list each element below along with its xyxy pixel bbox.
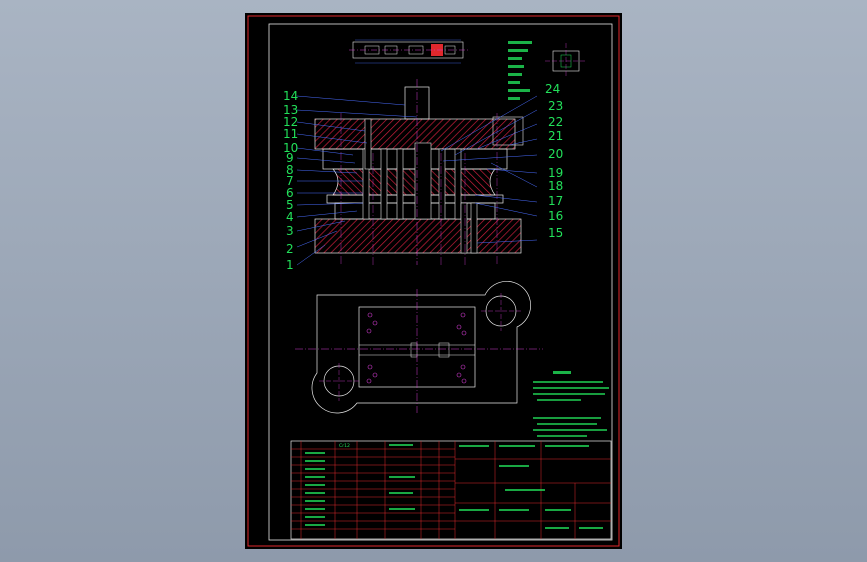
- title-block: Cr12: [290, 440, 612, 540]
- callout-3: 3: [286, 224, 294, 238]
- callout-4: 4: [286, 210, 294, 224]
- drawing-sheet: 14 13 12 11 10 9 8 7 6 5 4 3 2 1 24 23 2…: [245, 13, 622, 549]
- callout-24: 24: [545, 82, 560, 96]
- callout-20: 20: [548, 147, 563, 161]
- callout-2: 2: [286, 242, 294, 256]
- callout-15: 15: [548, 226, 563, 240]
- callout-1: 1: [286, 258, 294, 272]
- lower-die-plate: [314, 218, 522, 254]
- die-section-view: [314, 79, 524, 265]
- callout-17: 17: [548, 194, 563, 208]
- callout-19: 19: [548, 166, 563, 180]
- die-plan-view: [295, 281, 543, 414]
- callout-22: 22: [548, 115, 563, 129]
- part-notes: [508, 41, 532, 100]
- material-label: Cr12: [339, 443, 350, 449]
- technical-requirements: [533, 371, 609, 437]
- part-detail-view: [545, 43, 587, 77]
- callout-21: 21: [548, 129, 563, 143]
- cad-drawing: 14 13 12 11 10 9 8 7 6 5 4 3 2 1 24 23 2…: [247, 15, 620, 547]
- callout-11: 11: [283, 127, 298, 141]
- callout-18: 18: [548, 179, 563, 193]
- outer-frame: [247, 15, 620, 547]
- stripper-plate: [332, 168, 496, 196]
- callout-14: 14: [283, 89, 298, 103]
- callout-23: 23: [548, 99, 563, 113]
- strip-layout: [349, 39, 469, 64]
- callout-16: 16: [548, 209, 563, 223]
